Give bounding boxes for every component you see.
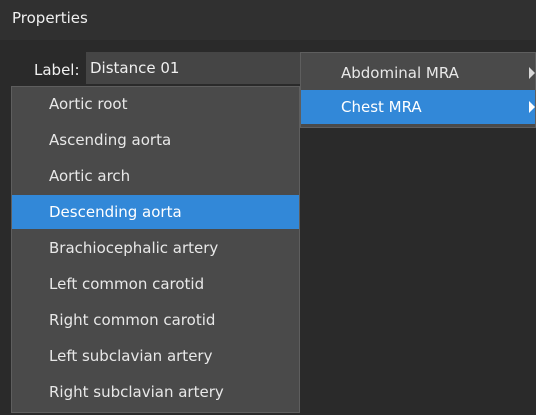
menu-item-label: Aortic arch xyxy=(49,167,131,185)
properties-panel: Properties Label: Aortic root Ascending … xyxy=(0,0,536,415)
menu-item-aortic-arch[interactable]: Aortic arch xyxy=(12,159,299,193)
menu-item-label: Right common carotid xyxy=(49,311,216,329)
menu-item-left-subclavian-artery[interactable]: Left subclavian artery xyxy=(12,339,299,373)
panel-title: Properties xyxy=(12,9,88,27)
menu-item-right-common-carotid[interactable]: Right common carotid xyxy=(12,303,299,337)
menu-item-label: Aortic root xyxy=(49,95,128,113)
menu-item-label: Ascending aorta xyxy=(49,131,172,149)
menu-item-left-common-carotid[interactable]: Left common carotid xyxy=(12,267,299,301)
menu-item-descending-aorta[interactable]: Descending aorta xyxy=(12,195,299,229)
protocol-submenu: Abdominal MRA Chest MRA xyxy=(300,52,536,128)
menu-item-label: Brachiocephalic artery xyxy=(49,239,219,257)
submenu-item-label: Chest MRA xyxy=(341,98,422,116)
menu-item-label: Right subclavian artery xyxy=(49,383,224,401)
panel-header: Properties xyxy=(0,0,536,40)
menu-item-label: Descending aorta xyxy=(49,203,182,221)
menu-item-right-subclavian-artery[interactable]: Right subclavian artery xyxy=(12,375,299,409)
submenu-item-abdominal-mra[interactable]: Abdominal MRA xyxy=(301,56,535,90)
label-input[interactable] xyxy=(86,52,300,84)
submenu-item-chest-mra[interactable]: Chest MRA xyxy=(301,90,535,124)
submenu-item-label: Abdominal MRA xyxy=(341,64,459,82)
menu-item-aortic-root[interactable]: Aortic root xyxy=(12,87,299,121)
menu-item-ascending-aorta[interactable]: Ascending aorta xyxy=(12,123,299,157)
anatomy-dropdown-menu: Aortic root Ascending aorta Aortic arch … xyxy=(11,86,300,413)
chevron-right-icon xyxy=(529,101,535,113)
menu-item-label: Left subclavian artery xyxy=(49,347,213,365)
chevron-right-icon xyxy=(529,67,535,79)
label-caption: Label: xyxy=(34,61,80,79)
menu-item-label: Left common carotid xyxy=(49,275,205,293)
menu-item-brachiocephalic-artery[interactable]: Brachiocephalic artery xyxy=(12,231,299,265)
